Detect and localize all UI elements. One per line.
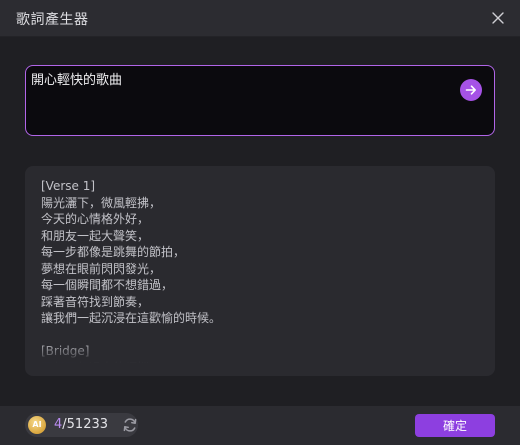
lyrics-output-panel[interactable]: [Verse 1] 陽光灑下，微風輕拂， 今天的心情格外好， 和朋友一起大聲笑，… [25,166,495,376]
close-button[interactable] [490,10,506,26]
lyrics-text: [Verse 1] 陽光灑下，微風輕拂， 今天的心情格外好， 和朋友一起大聲笑，… [41,179,222,363]
credits-total: /51233 [62,417,109,432]
prompt-box[interactable] [25,65,495,136]
arrow-right-icon [465,85,476,95]
close-icon [492,12,504,24]
lyrics-generator-dialog: 歌詞產生器 [Verse 1] 陽光灑下，微風輕拂， 今天的心情格外好， 和朋友… [0,0,520,445]
refresh-button[interactable] [121,416,139,434]
footer-bar: AI 4/51233 確定 [0,406,520,445]
credit-count: 4/51233 [54,417,108,432]
dialog-title: 歌詞產生器 [16,12,89,28]
confirm-button[interactable]: 確定 [415,414,495,437]
ai-coin-icon: AI [28,416,46,434]
prompt-input[interactable] [31,71,451,86]
send-button[interactable] [460,79,482,101]
refresh-icon [123,418,137,432]
title-bar: 歌詞產生器 [0,0,520,37]
